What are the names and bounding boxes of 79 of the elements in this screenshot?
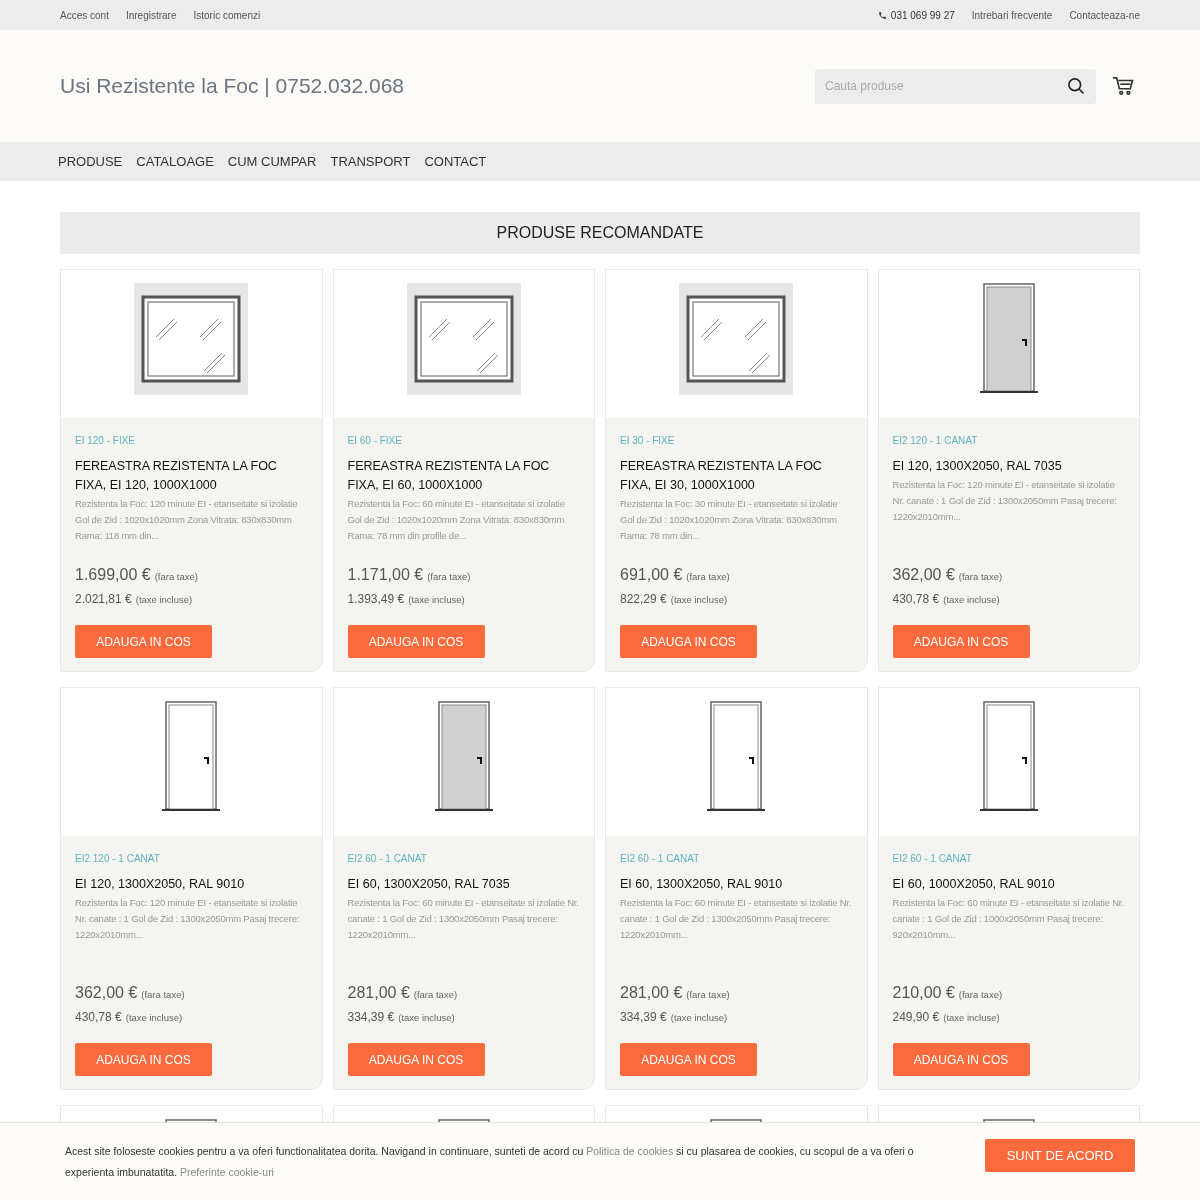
cookie-preferences-link[interactable]: Preferinte cookie-uri xyxy=(180,1165,274,1178)
add-to-cart-button[interactable]: ADAUGA IN COS xyxy=(75,625,212,658)
price-note: (fara taxe) xyxy=(686,988,730,1002)
price: 281,00 € xyxy=(620,983,683,1003)
price-with-tax: 822,29 € xyxy=(620,591,667,608)
price: 210,00 € xyxy=(892,983,955,1003)
header-link[interactable]: Contacteaza-ne xyxy=(1069,7,1140,23)
accept-cookies-button[interactable]: SUNT DE ACORD xyxy=(985,1139,1135,1172)
price-with-tax: 430,78 € xyxy=(892,591,940,608)
add-to-cart-button[interactable]: ADAUGA IN COS xyxy=(892,625,1030,658)
price-note: (taxe incluse) xyxy=(408,593,465,607)
section-title: PRODUSE RECOMANDATE xyxy=(496,223,704,243)
price-with-tax: 2.021,81 € xyxy=(75,591,132,608)
price-note: (fara taxe) xyxy=(958,988,1003,1002)
product-title[interactable]: EI 120, 1300X2050, RAL 7035 xyxy=(892,457,1125,476)
price-with-tax: 430,78 € xyxy=(75,1009,122,1026)
phone-icon xyxy=(877,10,887,20)
add-to-cart-button[interactable]: ADAUGA IN COS xyxy=(75,1043,212,1076)
price-note: (taxe incluse) xyxy=(943,1011,1000,1025)
product-description: Rezistenta la Foc: 120 minute EI - etanseitate si izolatie Nr. canate : 1 Gol de Zid : 1300x2050mm Pasaj trecere: 1220x2010mm... xyxy=(892,478,1118,524)
add-to-cart-button[interactable]: ADAUGA IN COS xyxy=(620,1043,757,1076)
search-icon[interactable] xyxy=(1066,75,1086,96)
price-with-tax: 249,90 € xyxy=(892,1009,940,1026)
add-to-cart-button[interactable]: ADAUGA IN COS xyxy=(892,1043,1030,1076)
add-to-cart-button[interactable]: ADAUGA IN COS xyxy=(620,625,757,658)
price-note: (taxe incluse) xyxy=(135,593,193,607)
price-note: (fara taxe) xyxy=(141,988,185,1002)
product-description: Rezistenta la Foc: 60 minute EI - etanseitate si izolatie Gol de Zid : 1020x1020mm Zona Vitrata: 830x830mm Rama: 78 mm din profile de... xyxy=(347,497,566,543)
price-note: (fara taxe) xyxy=(154,570,198,584)
product-title[interactable]: EI 60, 1000X2050, RAL 9010 xyxy=(892,875,1125,894)
product-title[interactable]: EI 60, 1300X2050, RAL 9010 xyxy=(620,875,853,894)
price-with-tax: 334,39 € xyxy=(620,1009,667,1026)
product-title[interactable]: FEREASTRA REZISTENTA LA FOC FIXA, EI 60, 1000X1000 xyxy=(347,457,580,495)
product-description: Rezistenta la Foc: 60 minute EI - etanseitate si izolatie Nr. canate : 1 Gol de Zid : 1300x2050mm Pasaj trecere: 1220x2010mm... xyxy=(347,896,580,942)
phone-number: 031 069 99 27 xyxy=(890,8,955,23)
product-title[interactable]: EI 60, 1300X2050, RAL 7035 xyxy=(347,875,580,894)
price-note: (taxe incluse) xyxy=(670,1011,728,1025)
add-to-cart-button[interactable]: ADAUGA IN COS xyxy=(347,1043,485,1076)
nav-link[interactable]: PRODUSE xyxy=(58,151,123,172)
nav-link[interactable]: CATALOAGE xyxy=(136,151,214,172)
product-description: Rezistenta la Foc: 120 minute EI - etanseitate si izolatie Nr. canate : 1 Gol de Zid : 1300x2050mm Pasaj trecere: 1220x2010mm... xyxy=(75,896,301,942)
nav-link[interactable]: TRANSPORT xyxy=(330,151,411,172)
category-link[interactable]: EI 120 - FIXE xyxy=(75,434,308,448)
price-note: (taxe incluse) xyxy=(125,1011,183,1025)
price-with-tax: 1.393,49 € xyxy=(347,591,405,608)
price: 1.171,00 € xyxy=(347,565,424,585)
price-note: (taxe incluse) xyxy=(670,593,728,607)
search-field[interactable]: Cauta produse xyxy=(815,68,1096,104)
product-title[interactable]: FEREASTRA REZISTENTA LA FOC FIXA, EI 30, 1000X1000 xyxy=(620,457,853,495)
product-description: Rezistenta la Foc: 30 minute EI - etanseitate si izolatie Gol de Zid : 1020x1020mm Zona Vitrata: 830x830mm Rama: 78 mm din... xyxy=(620,497,839,543)
nav-link[interactable]: CONTACT xyxy=(424,151,487,172)
site-logo[interactable]: Usi Rezistente la Foc | 0752.032.068 xyxy=(60,70,404,102)
price-note: (fara taxe) xyxy=(427,570,471,584)
price-note: (fara taxe) xyxy=(958,570,1003,584)
cookie-notice: Acest site foloseste cookies pentru a va oferi functionalitatea dorita. Navigand in continuare, sunteti de acord cu Politica de cookies si cu plasarea de cookies, cu scopul de a va oferi o experienta imbunatatita. Preferinte cookie-uri xyxy=(65,1143,915,1180)
price-note: (fara taxe) xyxy=(413,988,458,1002)
price: 362,00 € xyxy=(892,565,955,585)
category-link[interactable]: EI 60 - FIXE xyxy=(347,434,580,448)
price: 691,00 € xyxy=(620,565,683,585)
nav-link[interactable]: CUM CUMPAR xyxy=(227,151,317,172)
header-link[interactable]: Intrebari frecvente xyxy=(971,7,1053,23)
account-link[interactable]: Acces cont xyxy=(60,7,109,23)
price: 1.699,00 € xyxy=(75,565,151,585)
price: 362,00 € xyxy=(75,983,138,1003)
product-description: Rezistenta la Foc: 120 minute EI - etanseitate si izolatie Gol de Zid : 1020x1020mm Zona Vitrata: 830x830mm Rama: 118 mm din... xyxy=(75,497,299,543)
price-with-tax: 334,39 € xyxy=(347,1009,395,1026)
account-link[interactable]: Istoric comenzi xyxy=(193,7,261,23)
cookie-policy-link[interactable]: Politica de cookies xyxy=(586,1144,674,1157)
cart-icon[interactable] xyxy=(1112,76,1134,96)
price: 281,00 € xyxy=(347,983,410,1003)
price-note: (taxe incluse) xyxy=(398,1011,455,1025)
product-title[interactable]: FEREASTRA REZISTENTA LA FOC FIXA, EI 120, 1000X1000 xyxy=(75,457,308,495)
account-link[interactable]: Inregistrare xyxy=(125,7,177,23)
price-note: (fara taxe) xyxy=(686,570,730,584)
add-to-cart-button[interactable]: ADAUGA IN COS xyxy=(347,625,485,658)
product-description: Rezistenta la Foc: 60 minute EI - etanseitate si izolatie Nr. canate : 1 Gol de Zid : 1300x2050mm Pasaj trecere: 1220x2010mm... xyxy=(620,896,853,942)
price-note: (taxe incluse) xyxy=(943,593,1000,607)
product-description: Rezistenta la Foc: 60 minute EI - etanseitate si izolatie Nr. canate : 1 Gol de Zid : 1000x2050mm Pasaj trecere: 920x2010mm... xyxy=(892,896,1125,942)
product-title[interactable]: EI 120, 1300X2050, RAL 9010 xyxy=(75,875,308,894)
